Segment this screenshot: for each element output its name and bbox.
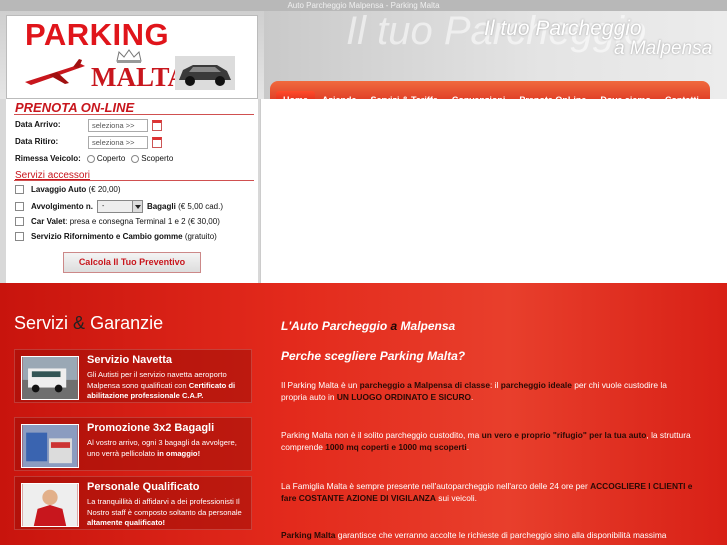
lavaggio-checkbox[interactable] [15, 185, 24, 194]
divider [14, 114, 254, 115]
arrivo-date-input[interactable]: seleziona >> [88, 119, 148, 132]
card-text: Al vostro arrivo, ogni 3 bagagli da avvo… [87, 438, 251, 459]
card-text-bold: in omaggio! [157, 448, 201, 458]
lavaggio-label: Lavaggio Auto [31, 185, 87, 194]
logo[interactable]: PARKING MALTA [6, 15, 258, 99]
card-personale-qualificato[interactable]: Personale Qualificato La tranquillità di… [14, 476, 252, 530]
ritiro-label: Data Ritiro: [15, 137, 59, 146]
avvolgimento-checkbox[interactable] [15, 202, 24, 211]
logo-malta-text: MALTA [91, 62, 188, 92]
ritiro-date-input[interactable]: seleziona >> [88, 136, 148, 149]
radio-coperto-label: Coperto [96, 154, 126, 163]
bagagli-select-value: - [101, 203, 105, 210]
card-title: Personale Qualificato [87, 481, 200, 493]
calendar-icon[interactable] [152, 120, 162, 131]
car-icon [175, 56, 235, 90]
logo-parking-text: PARKING [25, 17, 170, 52]
calcola-preventivo-button[interactable]: Calcola Il Tuo Preventivo [63, 252, 201, 273]
radio-scoperto-label: Scoperto [141, 154, 174, 163]
airplane-icon [25, 59, 85, 85]
valet-checkbox[interactable] [15, 217, 24, 226]
header: PARKING MALTA Il tuo Parcheggio Il tuo P… [0, 9, 727, 110]
bagagli-select[interactable]: - [96, 200, 143, 213]
ritiro-row: Data Ritiro: [15, 137, 58, 146]
arrivo-row: Data Arrivo: [15, 120, 61, 129]
paragraph-1: Il Parking Malta è un parcheggio a Malpe… [281, 380, 667, 402]
card-servizio-navetta[interactable]: Servizio Navetta Gli Autisti per il serv… [14, 349, 252, 403]
card-promozione-bagagli[interactable]: Promozione 3x2 Bagagli Al vostro arrivo,… [14, 417, 252, 471]
bagagli-price: (€ 5,00 cad.) [178, 202, 223, 211]
booking-form: PRENOTA ON-LINE Data Arrivo: seleziona >… [6, 99, 258, 283]
lavaggio-price: (€ 20,00) [88, 185, 121, 194]
radio-scoperto[interactable] [131, 154, 140, 163]
card-text-plain: La tranquillità di affidarvi a dei profe… [87, 497, 242, 517]
paragraph-4: Parking Malta garantisce che verranno ac… [281, 530, 667, 540]
rifornimento-text: (gratuito) [184, 232, 217, 241]
paragraph-3: La Famiglia Malta è sempre presente nell… [281, 481, 693, 503]
content-area [260, 99, 727, 283]
servizi-section: Servizi & Garanzie Servizio Navetta Gli … [0, 283, 727, 545]
lavaggio-row: Lavaggio Auto (€ 20,00) [15, 185, 121, 194]
calendar-icon[interactable] [152, 137, 162, 148]
paragraph-2: Parking Malta non è il solito parcheggio… [281, 430, 691, 452]
card-text: La tranquillità di affidarvi a dei profe… [87, 497, 251, 529]
servizi-garanzie-title: Servizi & Garanzie [14, 313, 163, 334]
main-subheading: Perche scegliere Parking Malta? [281, 349, 466, 363]
h1-part3: Malpensa [400, 319, 456, 333]
h1-part1: L'Auto Parcheggio [281, 319, 388, 333]
valet-text: : presa e consegna Terminal 1 e 2 (€ 30,… [65, 217, 220, 226]
h1-part2: a [387, 319, 401, 333]
avvolgimento-row: Avvolgimento n. - Bagagli (€ 5,00 cad.) [15, 200, 223, 213]
rifornimento-row: Servizio Rifornimento e Cambio gomme (gr… [15, 232, 217, 241]
valet-row: Car Valet: presa e consegna Terminal 1 e… [15, 217, 220, 226]
luggage-photo [21, 424, 79, 468]
rifornimento-label: Servizio Rifornimento e Cambio gomme [31, 232, 183, 241]
card-title: Servizio Navetta [87, 354, 172, 366]
chevron-down-icon [131, 201, 142, 212]
shuttle-photo [21, 356, 79, 400]
divider [14, 180, 254, 181]
tagline-line2: a Malpensa [614, 38, 713, 59]
avvolgimento-label: Avvolgimento n. [31, 202, 93, 211]
main-heading: L'Auto Parcheggio a Malpensa [281, 319, 455, 333]
rifornimento-checkbox[interactable] [15, 232, 24, 241]
rimessa-row: Rimessa Veicolo: Coperto Scoperto [15, 154, 173, 163]
staff-photo [21, 483, 79, 527]
rimessa-label: Rimessa Veicolo: [15, 154, 81, 163]
title-part2: Garanzie [90, 313, 164, 333]
arrivo-label: Data Arrivo: [15, 120, 61, 129]
title-part1: Servizi [14, 313, 69, 333]
bagagli-label: Bagagli [146, 202, 176, 211]
form-title: PRENOTA ON-LINE [15, 100, 135, 115]
card-text: Gli Autisti per il servizio navetta aero… [87, 370, 251, 402]
radio-coperto[interactable] [86, 154, 95, 163]
valet-label: Car Valet [31, 217, 66, 226]
crown-icon [116, 49, 142, 63]
card-text-bold: altamente qualificato! [87, 518, 166, 527]
card-title: Promozione 3x2 Bagagli [87, 422, 215, 434]
title-amp: & [73, 313, 86, 333]
